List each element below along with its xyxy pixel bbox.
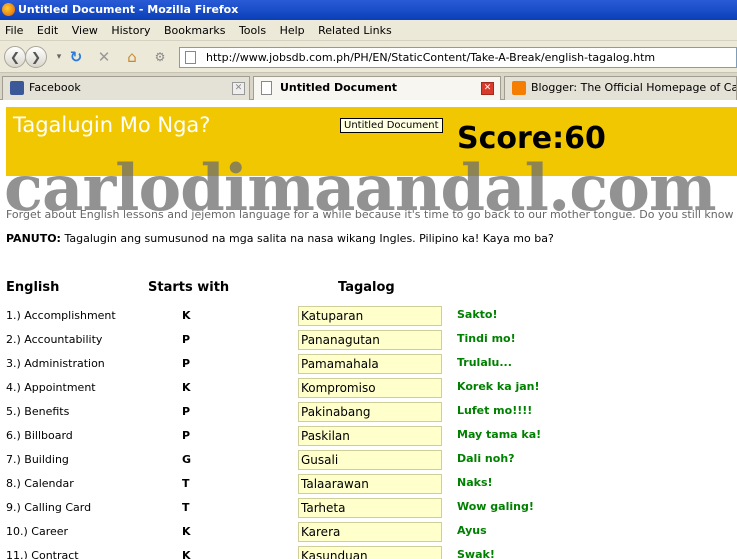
address-url: http://www.jobsdb.com.ph/PH/EN/StaticCon… — [206, 51, 656, 64]
instructions-label: PANUTO: — [6, 232, 61, 245]
back-button[interactable]: ❮ — [4, 46, 26, 68]
tab-untitled-document[interactable]: Untitled Document ✕ — [253, 76, 501, 100]
tab-label: Facebook — [29, 81, 81, 94]
english-word: 4.) Appointment — [6, 381, 96, 394]
page-icon — [261, 81, 272, 95]
window-titlebar: Untitled Document - Mozilla Firefox — [0, 0, 737, 20]
home-icon[interactable]: ⌂ — [122, 47, 142, 67]
tooltip: Untitled Document — [340, 118, 443, 133]
starts-with-letter: P — [182, 357, 191, 370]
feedback-text: Ayus — [457, 524, 487, 537]
column-header-tagalog: Tagalog — [338, 280, 395, 295]
banner-title: Tagalugin Mo Nga? — [13, 113, 211, 137]
menu-history[interactable]: History — [106, 20, 155, 41]
quiz-row: 3.) Administration P Pamamahala Trulalu... — [0, 352, 737, 376]
starts-with-letter: P — [182, 333, 191, 346]
extension-icon[interactable]: ⚙ — [150, 47, 170, 67]
tagalog-answer-input[interactable]: Paskilan — [298, 426, 442, 446]
tagalog-answer-input[interactable]: Pamamahala — [298, 354, 442, 374]
tagalog-answer-input[interactable]: Tarheta — [298, 498, 442, 518]
page-icon — [185, 51, 196, 64]
feedback-text: Sakto! — [457, 308, 498, 321]
column-header-starts-with: Starts with — [148, 280, 230, 295]
menu-related-links[interactable]: Related Links — [313, 20, 397, 41]
address-bar[interactable]: http://www.jobsdb.com.ph/PH/EN/StaticCon… — [179, 47, 737, 68]
quiz-row: 4.) Appointment K Kompromiso Korek ka jan! — [0, 376, 737, 400]
menu-edit[interactable]: Edit — [32, 20, 63, 41]
english-word: 6.) Billboard — [6, 429, 73, 442]
feedback-text: Dali noh? — [457, 452, 515, 465]
tab-label: Blogger: The Official Homepage of Carl..… — [531, 81, 737, 94]
tagalog-answer-input[interactable]: Kasunduan — [298, 546, 442, 559]
window-title: Untitled Document - Mozilla Firefox — [18, 3, 239, 16]
instructions-text: Tagalugin ang sumusunod na mga salita na… — [60, 232, 554, 245]
quiz-row: 1.) Accomplishment K Katuparan Sakto! — [0, 304, 737, 328]
facebook-icon — [10, 81, 24, 95]
starts-with-letter: T — [182, 477, 190, 490]
feedback-text: Swak! — [457, 548, 495, 559]
starts-with-letter: G — [182, 453, 192, 466]
tagalog-answer-input[interactable]: Gusali — [298, 450, 442, 470]
reload-icon[interactable]: ↻ — [66, 47, 86, 67]
feedback-text: Trulalu... — [457, 356, 512, 369]
starts-with-letter: T — [182, 501, 190, 514]
quiz-row: 2.) Accountability P Pananagutan Tindi mo! — [0, 328, 737, 352]
tab-facebook[interactable]: Facebook ✕ — [2, 76, 250, 100]
starts-with-letter: P — [182, 429, 191, 442]
tagalog-answer-input[interactable]: Talaarawan — [298, 474, 442, 494]
instructions: PANUTO: Tagalugin ang sumusunod na mga s… — [6, 232, 554, 245]
quiz-row: 8.) Calendar T Talaarawan Naks! — [0, 472, 737, 496]
menu-view[interactable]: View — [67, 20, 103, 41]
starts-with-letter: K — [182, 381, 191, 394]
feedback-text: Lufet mo!!!! — [457, 404, 533, 417]
tagalog-answer-input[interactable]: Karera — [298, 522, 442, 542]
tagalog-answer-input[interactable]: Pakinabang — [298, 402, 442, 422]
feedback-text: May tama ka! — [457, 428, 542, 441]
tab-blogger[interactable]: Blogger: The Official Homepage of Carl..… — [504, 76, 737, 100]
quiz-row: 11.) Contract K Kasunduan Swak! — [0, 544, 737, 559]
english-word: 5.) Benefits — [6, 405, 70, 418]
english-word: 11.) Contract — [6, 549, 79, 559]
tagalog-answer-input[interactable]: Kompromiso — [298, 378, 442, 398]
page-content: Tagalugin Mo Nga? Untitled Document Scor… — [0, 101, 737, 559]
menu-bookmarks[interactable]: Bookmarks — [159, 20, 230, 41]
tab-strip: Facebook ✕ Untitled Document ✕ Blogger: … — [0, 73, 737, 100]
english-word: 3.) Administration — [6, 357, 105, 370]
tagalog-answer-input[interactable]: Katuparan — [298, 306, 442, 326]
menu-tools[interactable]: Tools — [234, 20, 271, 41]
quiz-row: 9.) Calling Card T Tarheta Wow galing! — [0, 496, 737, 520]
starts-with-letter: K — [182, 525, 191, 538]
navigation-toolbar: ❮ ❯ ▾ ↻ ✕ ⌂ ⚙ http://www.jobsdb.com.ph/P… — [0, 41, 737, 73]
quiz-row: 5.) Benefits P Pakinabang Lufet mo!!!! — [0, 400, 737, 424]
english-word: 2.) Accountability — [6, 333, 103, 346]
close-tab-icon[interactable]: ✕ — [232, 82, 245, 95]
intro-text: Forget about English lessons and jejemon… — [6, 208, 737, 221]
forward-button[interactable]: ❯ — [25, 46, 47, 68]
starts-with-letter: P — [182, 405, 191, 418]
english-word: 1.) Accomplishment — [6, 309, 116, 322]
menu-bar: File Edit View History Bookmarks Tools H… — [0, 20, 737, 41]
close-tab-icon[interactable]: ✕ — [481, 82, 494, 95]
blogger-icon — [512, 81, 526, 95]
english-word: 7.) Building — [6, 453, 69, 466]
starts-with-letter: K — [182, 309, 191, 322]
menu-file[interactable]: File — [0, 20, 28, 41]
feedback-text: Naks! — [457, 476, 493, 489]
english-word: 8.) Calendar — [6, 477, 74, 490]
feedback-text: Wow galing! — [457, 500, 534, 513]
quiz-row: 10.) Career K Karera Ayus — [0, 520, 737, 544]
feedback-text: Tindi mo! — [457, 332, 516, 345]
stop-icon[interactable]: ✕ — [94, 47, 114, 67]
quiz-row: 6.) Billboard P Paskilan May tama ka! — [0, 424, 737, 448]
menu-help[interactable]: Help — [275, 20, 310, 41]
firefox-icon — [2, 3, 15, 16]
quiz-row: 7.) Building G Gusali Dali noh? — [0, 448, 737, 472]
tagalog-answer-input[interactable]: Pananagutan — [298, 330, 442, 350]
column-header-english: English — [6, 280, 60, 295]
starts-with-letter: K — [182, 549, 191, 559]
english-word: 9.) Calling Card — [6, 501, 92, 514]
english-word: 10.) Career — [6, 525, 69, 538]
tab-label: Untitled Document — [280, 81, 398, 94]
feedback-text: Korek ka jan! — [457, 380, 540, 393]
